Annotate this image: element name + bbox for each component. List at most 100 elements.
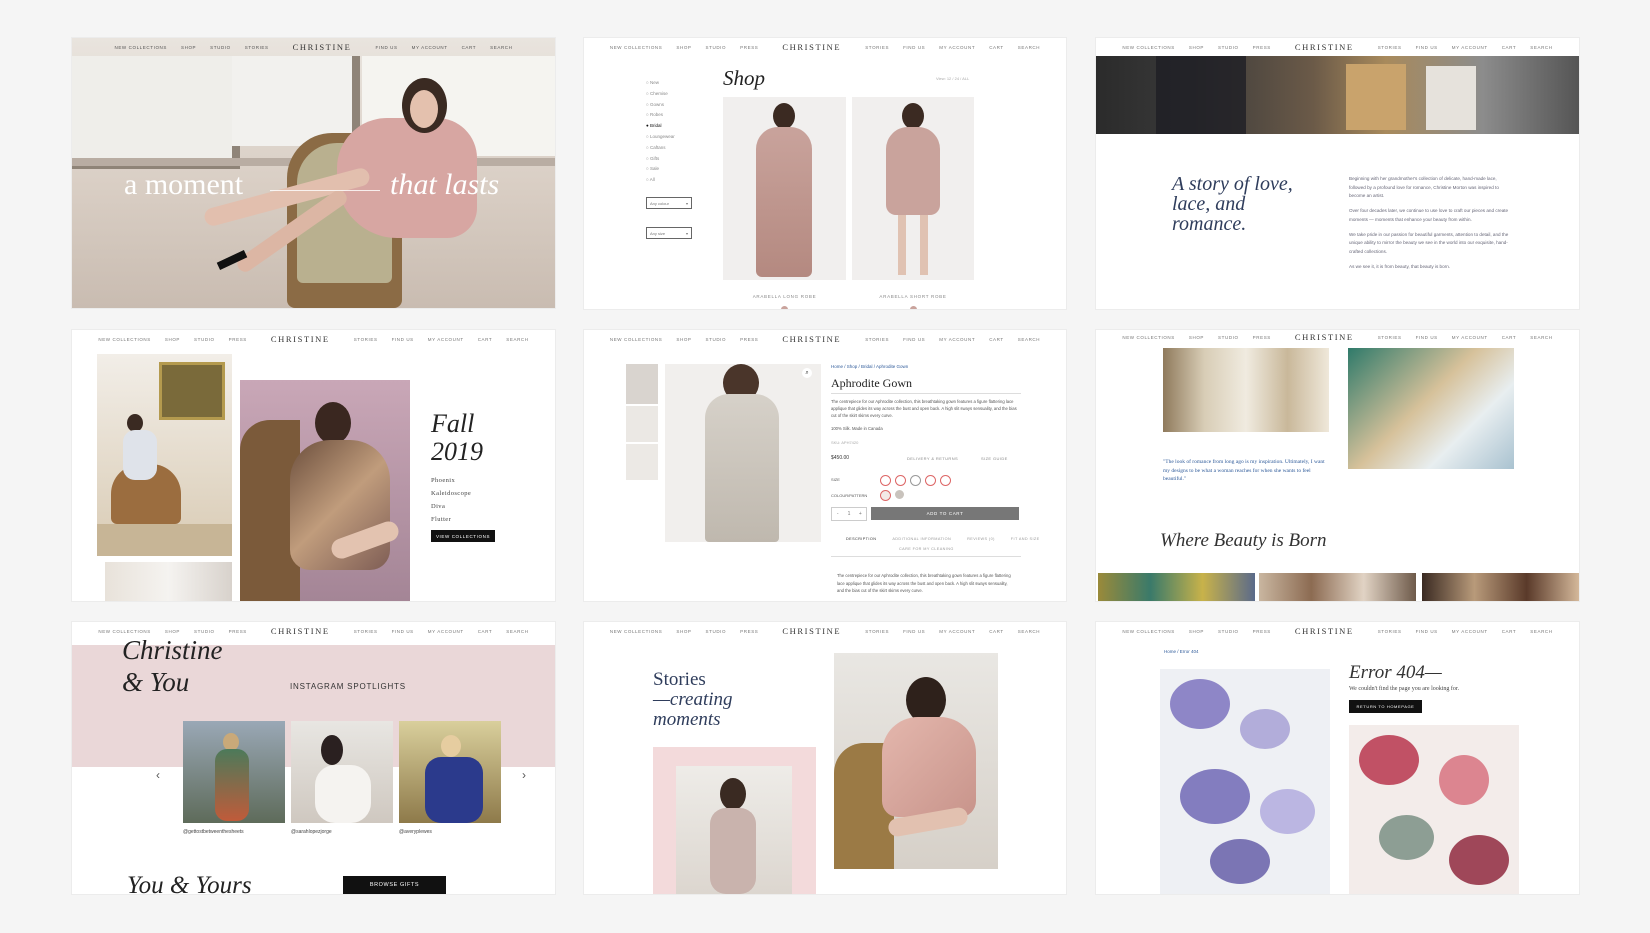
- size-option[interactable]: [895, 475, 906, 486]
- nav-find-us[interactable]: Find Us: [392, 629, 414, 634]
- nav-search[interactable]: Search: [1018, 337, 1040, 342]
- nav-shop[interactable]: Shop: [181, 45, 196, 50]
- tab-fit-and-size[interactable]: FIT AND SIZE: [1011, 537, 1040, 541]
- nav-new-collections[interactable]: New Collections: [114, 45, 167, 50]
- tab-description[interactable]: DESCRIPTION: [846, 537, 876, 541]
- nav-find-us[interactable]: Find Us: [903, 629, 925, 634]
- browse-gifts-button[interactable]: BROWSE GIFTS: [343, 876, 446, 894]
- breadcrumb[interactable]: Home / Shop / Bridal / Aphrodite Gown: [831, 364, 908, 369]
- category-new[interactable]: ○ New: [646, 78, 675, 89]
- quantity-stepper[interactable]: - 1 +: [831, 507, 867, 521]
- category-chemise[interactable]: ○ Chemise: [646, 89, 675, 100]
- breadcrumb[interactable]: Home / Error 404: [1164, 649, 1199, 654]
- nav-cart[interactable]: Cart: [989, 629, 1004, 634]
- nav-my-account[interactable]: My Account: [1452, 629, 1488, 634]
- nav-studio[interactable]: Studio: [194, 337, 215, 342]
- nav-search[interactable]: Search: [490, 45, 512, 50]
- nav-shop[interactable]: Shop: [676, 629, 691, 634]
- collection-link[interactable]: Phoenix: [431, 474, 471, 487]
- nav-my-account[interactable]: My Account: [1452, 45, 1488, 50]
- nav-press[interactable]: Press: [229, 337, 247, 342]
- story-photo[interactable]: [834, 653, 998, 869]
- colour-filter[interactable]: Any colour ▾: [646, 197, 692, 209]
- product-image[interactable]: [723, 97, 846, 280]
- nav-shop[interactable]: Shop: [1189, 335, 1204, 340]
- colour-swatch[interactable]: [910, 306, 917, 309]
- size-filter[interactable]: Any size ▾: [646, 227, 692, 239]
- nav-my-account[interactable]: My Account: [428, 629, 464, 634]
- nav-studio[interactable]: Studio: [706, 337, 727, 342]
- nav-stories[interactable]: Stories: [1378, 335, 1402, 340]
- nav-press[interactable]: Press: [740, 629, 758, 634]
- nav-my-account[interactable]: My Account: [939, 629, 975, 634]
- nav-shop[interactable]: Shop: [1189, 629, 1204, 634]
- category-robes[interactable]: ○ Robes: [646, 110, 675, 121]
- nav-shop[interactable]: Shop: [676, 45, 691, 50]
- nav-cart[interactable]: Cart: [1502, 629, 1517, 634]
- nav-new-collections[interactable]: New Collections: [610, 45, 663, 50]
- nav-press[interactable]: Press: [229, 629, 247, 634]
- nav-new-collections[interactable]: New Collections: [1122, 335, 1175, 340]
- nav-cart[interactable]: Cart: [989, 337, 1004, 342]
- category-sale[interactable]: ○ Sale: [646, 164, 675, 175]
- product-name[interactable]: ARABELLA SHORT ROBE: [852, 294, 974, 299]
- collection-photo[interactable]: [97, 354, 232, 556]
- nav-search[interactable]: Search: [506, 337, 528, 342]
- category-bridal[interactable]: ● Bridal: [646, 121, 675, 132]
- nav-shop[interactable]: Shop: [165, 337, 180, 342]
- nav-search[interactable]: Search: [1530, 45, 1552, 50]
- carousel-next-button[interactable]: ›: [522, 768, 526, 782]
- nav-cart[interactable]: Cart: [1502, 335, 1517, 340]
- view-collections-button[interactable]: VIEW COLLECTIONS: [431, 530, 495, 542]
- product-image[interactable]: [852, 97, 974, 280]
- nav-stories[interactable]: Stories: [1378, 629, 1402, 634]
- nav-new-collections[interactable]: New Collections: [98, 337, 151, 342]
- size-option[interactable]: [925, 475, 936, 486]
- nav-studio[interactable]: Studio: [1218, 45, 1239, 50]
- view-per-page[interactable]: View: 12 / 24 / ALL: [936, 76, 969, 81]
- instagram-post[interactable]: [183, 721, 285, 823]
- nav-press[interactable]: Press: [1253, 45, 1271, 50]
- nav-new-collections[interactable]: New Collections: [98, 629, 151, 634]
- product-name[interactable]: ARABELLA LONG ROBE: [723, 294, 846, 299]
- product-thumbnail[interactable]: [626, 444, 658, 480]
- nav-my-account[interactable]: My Account: [939, 337, 975, 342]
- brand-logo[interactable]: CHRISTINE: [271, 626, 330, 636]
- size-option[interactable]: [910, 475, 921, 486]
- product-thumbnail[interactable]: [626, 406, 658, 442]
- increase-button[interactable]: +: [855, 508, 866, 520]
- product-thumbnail[interactable]: [626, 364, 658, 404]
- care-label[interactable]: CARE FOR MY CLEANING: [899, 547, 954, 551]
- size-guide-link[interactable]: SIZE GUIDE: [981, 456, 1008, 461]
- product-card[interactable]: ARABELLA SHORT ROBE: [852, 97, 974, 309]
- nav-my-account[interactable]: My Account: [412, 45, 448, 50]
- nav-studio[interactable]: Studio: [706, 45, 727, 50]
- nav-search[interactable]: Search: [506, 629, 528, 634]
- instagram-handle[interactable]: @gettostbetweenthesheets: [183, 829, 244, 835]
- nav-find-us[interactable]: Find Us: [392, 337, 414, 342]
- decrease-button[interactable]: -: [832, 508, 843, 520]
- category-loungewear[interactable]: ○ Loungewear: [646, 132, 675, 143]
- brand-logo[interactable]: CHRISTINE: [782, 626, 841, 636]
- nav-studio[interactable]: Studio: [210, 45, 231, 50]
- nav-stories[interactable]: Stories: [865, 337, 889, 342]
- colour-option[interactable]: [880, 490, 891, 501]
- nav-cart[interactable]: Cart: [478, 337, 493, 342]
- collection-photo[interactable]: [240, 380, 410, 601]
- nav-cart[interactable]: Cart: [1502, 45, 1517, 50]
- nav-find-us[interactable]: Find Us: [903, 337, 925, 342]
- nav-stories[interactable]: Stories: [865, 629, 889, 634]
- instagram-handle[interactable]: @sarahlopezjorge: [291, 829, 332, 835]
- nav-find-us[interactable]: Find Us: [1416, 335, 1438, 340]
- nav-shop[interactable]: Shop: [1189, 45, 1204, 50]
- colour-swatch[interactable]: [781, 306, 788, 309]
- nav-my-account[interactable]: My Account: [939, 45, 975, 50]
- instagram-post[interactable]: [291, 721, 393, 823]
- instagram-post[interactable]: [399, 721, 501, 823]
- nav-find-us[interactable]: Find Us: [1416, 629, 1438, 634]
- nav-stories[interactable]: Stories: [245, 45, 269, 50]
- nav-press[interactable]: Press: [740, 337, 758, 342]
- nav-shop[interactable]: Shop: [676, 337, 691, 342]
- nav-press[interactable]: Press: [740, 45, 758, 50]
- nav-find-us[interactable]: Find Us: [1416, 45, 1438, 50]
